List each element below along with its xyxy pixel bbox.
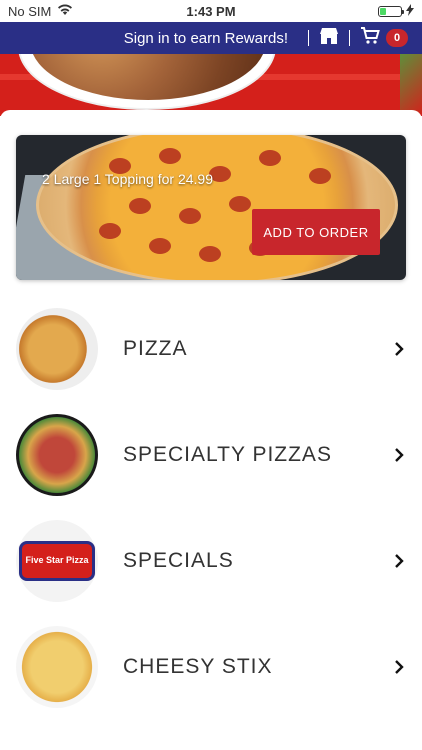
menu-item-specials[interactable]: Five Star Pizza SPECIALS: [0, 508, 422, 614]
menu-item-specialty-pizzas[interactable]: SPECIALTY PIZZAS: [0, 402, 422, 508]
divider: [308, 30, 309, 46]
menu-item-pizza[interactable]: PIZZA: [0, 296, 422, 402]
top-navbar: Sign in to earn Rewards! 0: [0, 22, 422, 54]
chevron-right-icon: [392, 342, 406, 356]
menu-item-label: SPECIALTY PIZZAS: [123, 443, 332, 466]
status-bar: No SIM 1:43 PM: [0, 0, 422, 22]
chevron-right-icon: [392, 448, 406, 462]
cart-count-badge: 0: [386, 29, 408, 47]
menu-item-label: CHEESY STIX: [123, 655, 273, 678]
hero-banner-image: [0, 54, 422, 116]
cart-button[interactable]: 0: [360, 26, 408, 50]
add-to-order-button[interactable]: ADD TO ORDER: [252, 209, 380, 255]
promo-banner[interactable]: 2 Large 1 Topping for 24.99 ADD TO ORDER: [16, 135, 406, 280]
cheesy-stix-thumbnail: [16, 626, 98, 708]
menu-item-label: PIZZA: [123, 337, 188, 360]
chevron-right-icon: [392, 660, 406, 674]
carrier-label: No SIM: [8, 3, 52, 19]
charging-icon: [406, 3, 414, 19]
menu-item-label: SPECIALS: [123, 549, 234, 572]
specialty-pizza-thumbnail: [16, 414, 98, 496]
wifi-icon: [57, 4, 73, 19]
cart-icon: [360, 26, 380, 50]
pizza-image: [36, 135, 398, 280]
promo-text: 2 Large 1 Topping for 24.99: [42, 171, 213, 187]
signin-rewards-link[interactable]: Sign in to earn Rewards!: [124, 30, 288, 47]
battery-icon: [378, 5, 404, 17]
store-icon[interactable]: [319, 27, 339, 50]
pizza-thumbnail: [16, 308, 98, 390]
divider: [349, 30, 350, 46]
five-star-pizza-logo: Five Star Pizza: [16, 520, 98, 602]
logo-text: Five Star Pizza: [19, 541, 95, 581]
chevron-right-icon: [392, 554, 406, 568]
menu-item-cheesy-stix[interactable]: CHEESY STIX: [0, 614, 422, 720]
